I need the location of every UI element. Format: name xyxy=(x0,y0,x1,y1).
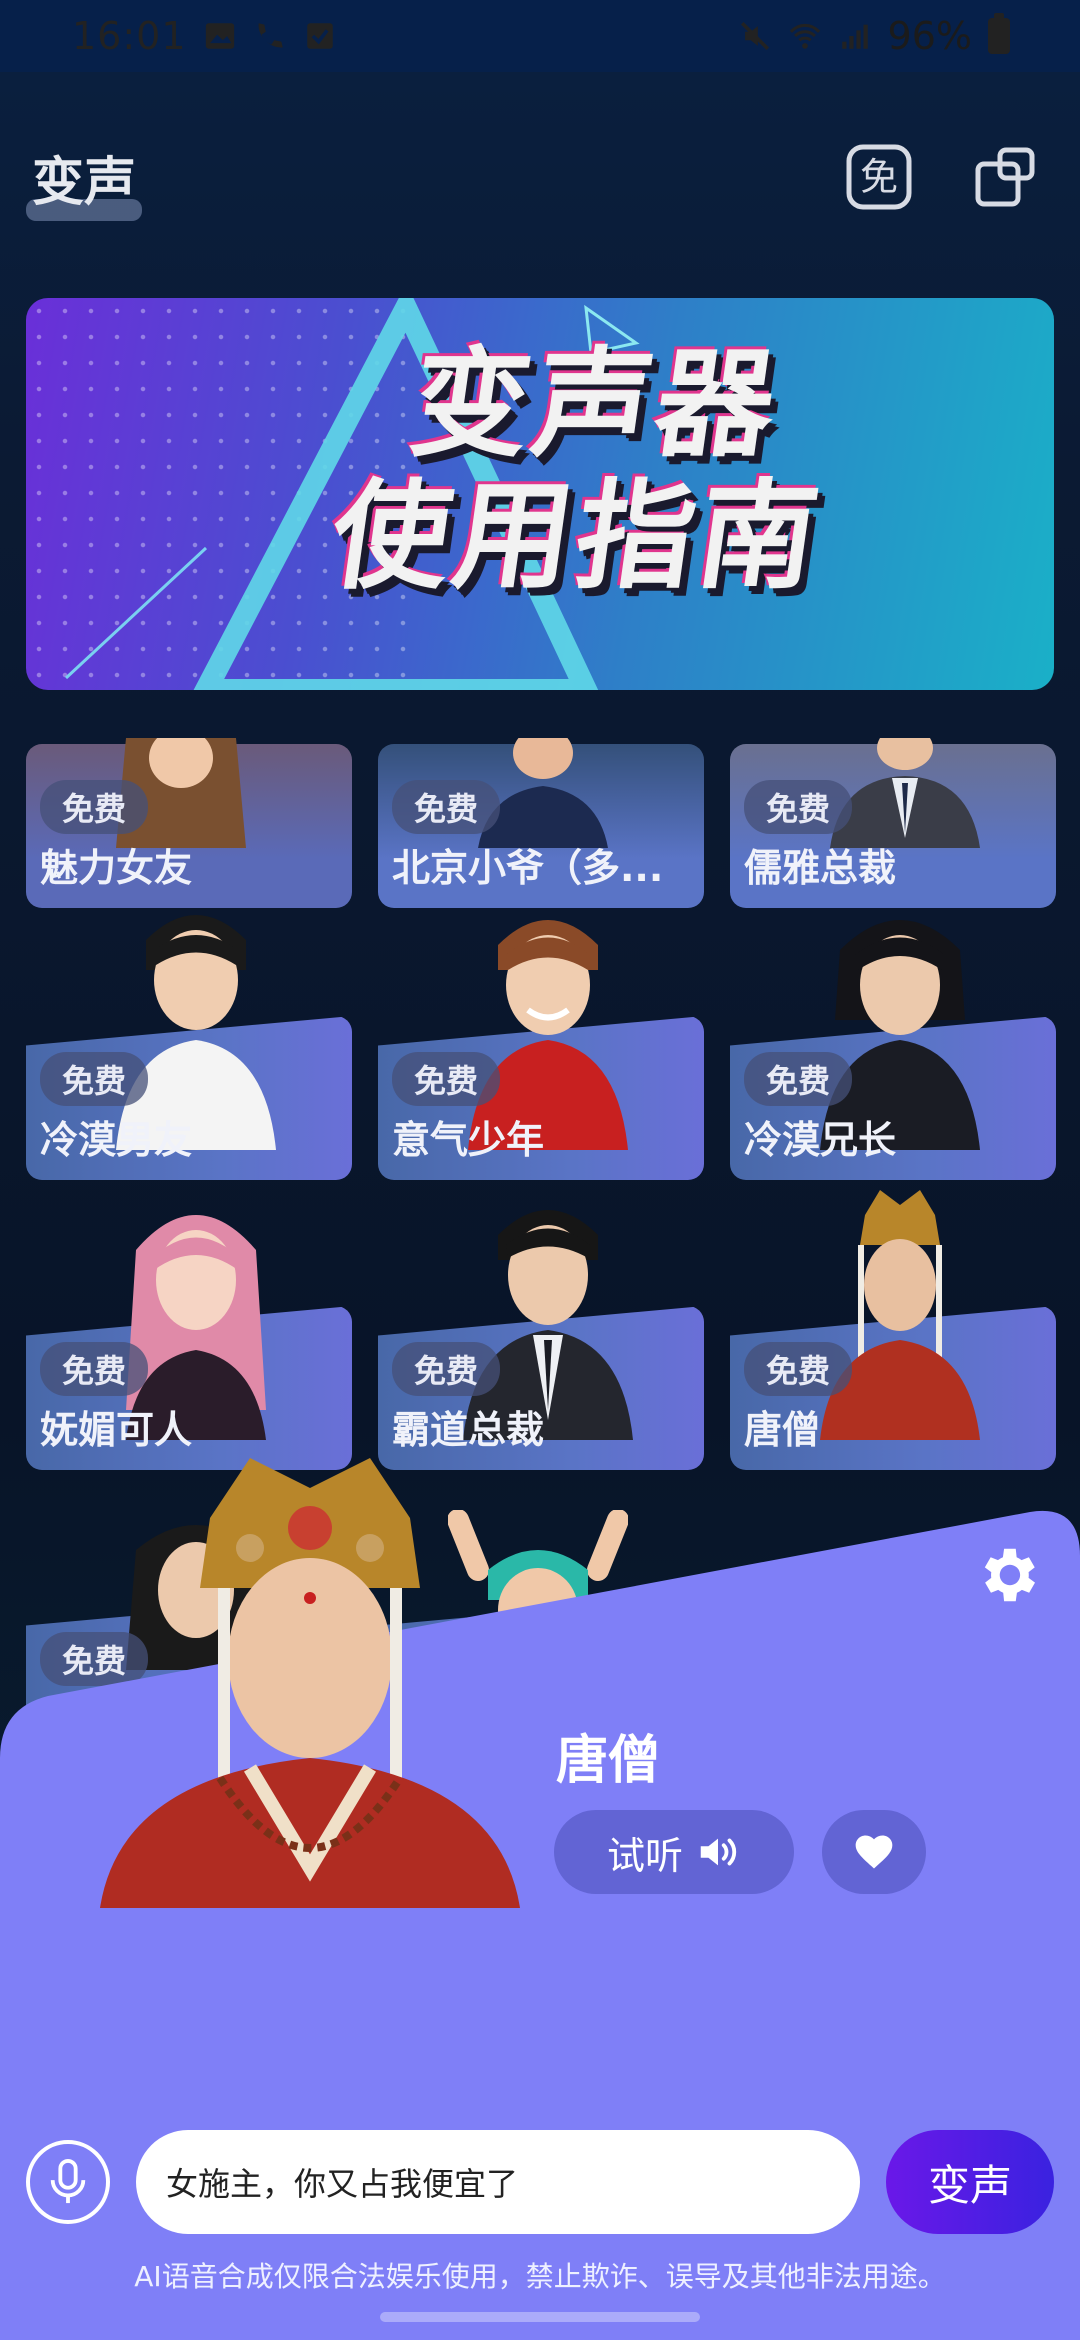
banner-line-2: 使用指南 xyxy=(323,467,831,605)
voice-card[interactable]: 免费 魅力女友 xyxy=(26,738,352,908)
free-badge: 免费 xyxy=(744,1342,853,1396)
selected-voice-name: 唐僧 xyxy=(556,1731,661,1791)
voice-card[interactable]: 免费 冷漠兄长 xyxy=(730,920,1056,1180)
free-badge: 免费 xyxy=(40,1052,149,1106)
voice-name: 意气少年 xyxy=(392,1118,545,1162)
free-badge: 免费 xyxy=(40,780,149,834)
voice-card[interactable]: 免费 北京小爷（多... xyxy=(378,738,704,908)
wifi-call-icon xyxy=(258,23,283,48)
settings-button[interactable] xyxy=(972,1540,1042,1610)
banner-text: 变声器 使用指南 xyxy=(267,335,904,605)
voice-name: 儒雅总裁 xyxy=(744,846,897,890)
wifi-icon xyxy=(789,23,820,49)
voice-name: 北京小爷（多... xyxy=(392,846,664,890)
free-icon: 免 xyxy=(846,144,912,210)
free-badge: 免费 xyxy=(392,1052,501,1106)
status-time: 16:01 xyxy=(72,14,187,58)
gear-icon xyxy=(984,1548,1035,1602)
voice-card[interactable]: 免费 妩媚可人 xyxy=(26,1215,352,1470)
voice-name: 冷漠兄长 xyxy=(744,1118,897,1162)
voice-card[interactable]: 免费 儒雅总裁 xyxy=(730,738,1056,908)
page-title: 变声 xyxy=(25,140,143,221)
home-indicator[interactable] xyxy=(380,2312,700,2322)
disclaimer: AI语音合成仅限合法娱乐使用，禁止欺诈、误导及其他非法用途。 xyxy=(134,2260,946,2293)
voice-card[interactable]: 免费 霸道总裁 xyxy=(378,1210,704,1470)
open-window-button[interactable] xyxy=(970,142,1040,212)
preview-label: 试听 xyxy=(606,1833,683,1878)
open-window-icon xyxy=(975,147,1035,207)
guide-banner[interactable]: 变声器 使用指南 xyxy=(26,298,1054,690)
free-badge: 免费 xyxy=(40,1342,149,1396)
header-actions: 免 xyxy=(844,142,1040,212)
voice-name: 魅力女友 xyxy=(40,846,193,890)
free-icon-text: 免 xyxy=(860,155,898,199)
signal-icon xyxy=(841,24,868,49)
heart-icon xyxy=(855,1835,893,1869)
voice-card[interactable]: 免费 冷漠男友 xyxy=(26,915,352,1180)
free-button[interactable]: 免 xyxy=(844,142,914,212)
battery-icon xyxy=(988,13,1010,54)
status-left: 16:01 xyxy=(72,14,337,58)
speaker-icon xyxy=(700,1838,737,1866)
check-icon xyxy=(306,23,333,49)
voice-name: 妩媚可人 xyxy=(40,1408,193,1452)
selected-voice-avatar xyxy=(100,1458,520,1908)
status-bar: 16:01 96% xyxy=(0,0,1080,72)
free-badge: 免费 xyxy=(744,1052,853,1106)
image-icon xyxy=(205,23,234,49)
preview-button[interactable]: 试听 xyxy=(554,1810,794,1894)
text-input[interactable]: 女施主，你又占我便宜了 xyxy=(136,2130,860,2234)
free-badge: 免费 xyxy=(392,780,501,834)
microphone-icon xyxy=(50,2159,86,2204)
voice-card[interactable]: 免费 唐僧 xyxy=(730,1190,1056,1470)
voice-card[interactable]: 免费 意气少年 xyxy=(378,920,704,1180)
favorite-button[interactable] xyxy=(822,1810,926,1894)
battery-percent: 96% xyxy=(887,14,972,58)
free-badge: 免费 xyxy=(392,1342,501,1396)
voice-name: 霸道总裁 xyxy=(392,1408,545,1452)
microphone-button[interactable] xyxy=(26,2140,110,2224)
convert-button[interactable]: 变声 xyxy=(886,2130,1054,2234)
banner-line-1: 变声器 xyxy=(402,335,788,473)
avatar xyxy=(820,1190,980,1440)
header: 变声 免 xyxy=(0,72,1080,282)
mute-icon xyxy=(740,21,769,51)
avatar xyxy=(830,738,980,848)
voice-name: 冷漠男友 xyxy=(40,1118,193,1162)
free-badge: 免费 xyxy=(744,780,853,834)
voice-name: 唐僧 xyxy=(744,1408,821,1452)
status-right: 96% xyxy=(738,13,1010,58)
